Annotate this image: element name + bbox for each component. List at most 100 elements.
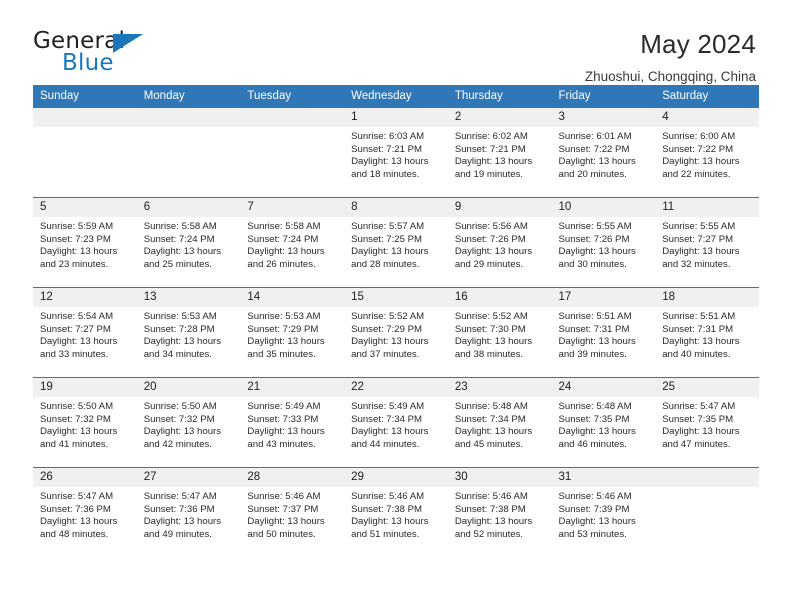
sunrise-text: Sunrise: 5:48 AM xyxy=(558,401,632,412)
daylight-text: and 53 minutes. xyxy=(558,528,627,540)
day-sun-info: Sunrise: 5:53 AM Sunset: 7:28 PM Daylight:… xyxy=(137,307,241,361)
day-cell-inner: 10 Sunrise: 5:55 AM Sunset: 7:26 PM Dayligh… xyxy=(551,198,656,287)
day-cell-inner: 26 Sunrise: 5:47 AM Sunset: 7:36 PM Dayligh… xyxy=(33,468,137,558)
calendar-day-cell[interactable]: 26 Sunrise: 5:47 AM Sunset: 7:36 PM Dayligh… xyxy=(33,467,137,558)
page-header: General Blue May 2024 Zhuoshui, Chongqin… xyxy=(0,0,792,84)
day-sun-info: Sunrise: 5:48 AM Sunset: 7:34 PM Daylight:… xyxy=(448,397,552,451)
day-number: 9 xyxy=(447,198,552,217)
day-sun-info: Sunrise: 5:51 AM Sunset: 7:31 PM Daylight:… xyxy=(552,307,656,361)
day-cell-inner: 3 Sunrise: 6:01 AM Sunset: 7:22 PM Daylight… xyxy=(551,108,656,197)
day-cell-inner: 15 Sunrise: 5:52 AM Sunset: 7:29 PM Dayligh… xyxy=(344,288,448,377)
day-number: 19 xyxy=(33,378,137,397)
day-sun-info: Sunrise: 5:46 AM Sunset: 7:37 PM Daylight:… xyxy=(240,487,344,541)
daylight-text: and 29 minutes. xyxy=(454,258,524,270)
day-cell-inner xyxy=(655,468,759,558)
daylight-text: Daylight: 13 hours xyxy=(454,246,533,258)
daylight-text: and 41 minutes. xyxy=(40,438,109,450)
calendar-day-cell[interactable]: 24 Sunrise: 5:48 AM Sunset: 7:35 PM Dayligh… xyxy=(551,377,656,468)
calendar-day-cell[interactable]: 28 Sunrise: 5:46 AM Sunset: 7:37 PM Dayligh… xyxy=(240,467,345,558)
calendar-day-cell[interactable]: 22 Sunrise: 5:49 AM Sunset: 7:34 PM Dayligh… xyxy=(344,377,448,468)
day-number: 3 xyxy=(551,108,656,127)
day-sun-info: Sunrise: 5:55 AM Sunset: 7:26 PM Daylight:… xyxy=(552,217,656,271)
daylight-text: and 39 minutes. xyxy=(558,348,627,360)
calendar-day-cell[interactable]: 4 Sunrise: 6:00 AM Sunset: 7:22 PM Daylight… xyxy=(655,107,759,198)
sunrise-text: Sunrise: 5:47 AM xyxy=(40,491,114,502)
daylight-text: and 47 minutes. xyxy=(662,438,731,450)
calendar-day-cell[interactable]: 30 Sunrise: 5:46 AM Sunset: 7:38 PM Dayligh… xyxy=(447,467,552,558)
weekday-header-monday: Monday xyxy=(136,85,241,108)
sunset-text: Sunset: 7:26 PM xyxy=(454,233,526,245)
daylight-text: and 37 minutes. xyxy=(351,348,420,360)
calendar-day-cell-empty xyxy=(655,467,759,558)
day-number: 24 xyxy=(551,378,656,397)
sunrise-text: Sunrise: 5:55 AM xyxy=(662,221,736,232)
daylight-text: Daylight: 13 hours xyxy=(40,426,118,438)
sunrise-text: Sunrise: 6:02 AM xyxy=(454,131,528,142)
calendar-day-cell[interactable]: 7 Sunrise: 5:58 AM Sunset: 7:24 PM Daylight… xyxy=(240,197,345,288)
day-cell-inner: 19 Sunrise: 5:50 AM Sunset: 7:32 PM Dayligh… xyxy=(33,378,137,467)
sunrise-text: Sunrise: 5:52 AM xyxy=(454,311,528,322)
calendar-day-cell[interactable]: 5 Sunrise: 5:59 AM Sunset: 7:23 PM Daylight… xyxy=(33,197,137,288)
calendar-body: 1 Sunrise: 6:03 AM Sunset: 7:21 PM Daylight… xyxy=(33,107,759,558)
day-cell-inner: 4 Sunrise: 6:00 AM Sunset: 7:22 PM Daylight… xyxy=(655,108,759,197)
calendar-day-cell[interactable]: 6 Sunrise: 5:58 AM Sunset: 7:24 PM Daylight… xyxy=(136,197,241,288)
day-sun-info: Sunrise: 5:59 AM Sunset: 7:23 PM Daylight:… xyxy=(33,217,137,271)
calendar-week-row: 1 Sunrise: 6:03 AM Sunset: 7:21 PM Daylight… xyxy=(33,107,759,198)
calendar-day-cell[interactable]: 1 Sunrise: 6:03 AM Sunset: 7:21 PM Daylight… xyxy=(344,107,448,198)
day-sun-info: Sunrise: 5:57 AM Sunset: 7:25 PM Daylight:… xyxy=(344,217,448,271)
calendar-day-cell[interactable]: 16 Sunrise: 5:52 AM Sunset: 7:30 PM Dayligh… xyxy=(447,287,552,378)
day-sun-info: Sunrise: 5:50 AM Sunset: 7:32 PM Daylight:… xyxy=(137,397,241,451)
calendar-day-cell[interactable]: 18 Sunrise: 5:51 AM Sunset: 7:31 PM Dayligh… xyxy=(655,287,759,378)
sunrise-text: Sunrise: 5:47 AM xyxy=(662,401,736,412)
general-blue-logo[interactable]: General Blue xyxy=(33,26,213,78)
day-cell-inner: 21 Sunrise: 5:49 AM Sunset: 7:33 PM Dayligh… xyxy=(240,378,345,467)
daylight-text: and 25 minutes. xyxy=(143,258,212,270)
calendar-day-cell[interactable]: 3 Sunrise: 6:01 AM Sunset: 7:22 PM Daylight… xyxy=(551,107,656,198)
sunrise-text: Sunrise: 5:48 AM xyxy=(454,401,528,412)
sunset-text: Sunset: 7:32 PM xyxy=(40,413,111,425)
weekday-header-thursday: Thursday xyxy=(447,85,552,108)
day-number: 21 xyxy=(240,378,345,397)
calendar-day-cell[interactable]: 20 Sunrise: 5:50 AM Sunset: 7:32 PM Dayligh… xyxy=(136,377,241,468)
day-number: 1 xyxy=(344,108,448,127)
day-cell-inner: 27 Sunrise: 5:47 AM Sunset: 7:36 PM Dayligh… xyxy=(136,468,241,558)
sunset-text: Sunset: 7:21 PM xyxy=(454,143,526,155)
calendar-day-cell[interactable]: 9 Sunrise: 5:56 AM Sunset: 7:26 PM Daylight… xyxy=(447,197,552,288)
calendar-day-cell[interactable]: 8 Sunrise: 5:57 AM Sunset: 7:25 PM Daylight… xyxy=(344,197,448,288)
day-number: 8 xyxy=(344,198,448,217)
sunrise-text: Sunrise: 5:47 AM xyxy=(143,491,217,502)
sunset-text: Sunset: 7:31 PM xyxy=(558,323,630,335)
daylight-text: Daylight: 13 hours xyxy=(662,246,740,258)
daylight-text: and 18 minutes. xyxy=(351,168,420,180)
weekday-header-sunday: Sunday xyxy=(33,85,137,108)
calendar-day-cell[interactable]: 23 Sunrise: 5:48 AM Sunset: 7:34 PM Dayligh… xyxy=(447,377,552,468)
calendar-day-cell[interactable]: 13 Sunrise: 5:53 AM Sunset: 7:28 PM Dayligh… xyxy=(136,287,241,378)
day-cell-inner: 12 Sunrise: 5:54 AM Sunset: 7:27 PM Dayligh… xyxy=(33,288,137,377)
calendar-day-cell[interactable]: 17 Sunrise: 5:51 AM Sunset: 7:31 PM Dayligh… xyxy=(551,287,656,378)
calendar-day-cell[interactable]: 11 Sunrise: 5:55 AM Sunset: 7:27 PM Dayligh… xyxy=(655,197,759,288)
calendar-day-cell[interactable]: 29 Sunrise: 5:46 AM Sunset: 7:38 PM Dayligh… xyxy=(344,467,448,558)
sunset-text: Sunset: 7:35 PM xyxy=(662,413,734,425)
calendar-day-cell[interactable]: 21 Sunrise: 5:49 AM Sunset: 7:33 PM Dayligh… xyxy=(240,377,345,468)
sunrise-text: Sunrise: 5:57 AM xyxy=(351,221,425,232)
sunset-text: Sunset: 7:26 PM xyxy=(558,233,630,245)
day-sun-info: Sunrise: 6:02 AM Sunset: 7:21 PM Daylight:… xyxy=(448,127,552,181)
calendar-day-cell[interactable]: 27 Sunrise: 5:47 AM Sunset: 7:36 PM Dayligh… xyxy=(136,467,241,558)
calendar-day-cell[interactable]: 25 Sunrise: 5:47 AM Sunset: 7:35 PM Dayligh… xyxy=(655,377,759,468)
day-sun-info: Sunrise: 6:03 AM Sunset: 7:21 PM Daylight:… xyxy=(344,127,448,181)
sunrise-text: Sunrise: 5:53 AM xyxy=(247,311,321,322)
day-cell-inner xyxy=(136,108,241,197)
sunrise-text: Sunrise: 5:51 AM xyxy=(558,311,632,322)
day-sun-info: Sunrise: 5:54 AM Sunset: 7:27 PM Daylight:… xyxy=(33,307,137,361)
calendar-day-cell[interactable]: 19 Sunrise: 5:50 AM Sunset: 7:32 PM Dayligh… xyxy=(33,377,137,468)
calendar-day-cell[interactable]: 10 Sunrise: 5:55 AM Sunset: 7:26 PM Dayligh… xyxy=(551,197,656,288)
calendar-day-cell[interactable]: 31 Sunrise: 5:46 AM Sunset: 7:39 PM Dayligh… xyxy=(551,467,656,558)
daylight-text: Daylight: 13 hours xyxy=(454,516,533,528)
calendar-day-cell[interactable]: 14 Sunrise: 5:53 AM Sunset: 7:29 PM Dayligh… xyxy=(240,287,345,378)
daylight-text: Daylight: 13 hours xyxy=(247,336,325,348)
calendar-day-cell[interactable]: 12 Sunrise: 5:54 AM Sunset: 7:27 PM Dayligh… xyxy=(33,287,137,378)
day-sun-info: Sunrise: 5:46 AM Sunset: 7:38 PM Daylight:… xyxy=(344,487,448,541)
daylight-text: and 45 minutes. xyxy=(454,438,524,450)
calendar-day-cell[interactable]: 15 Sunrise: 5:52 AM Sunset: 7:29 PM Dayligh… xyxy=(344,287,448,378)
calendar-day-cell[interactable]: 2 Sunrise: 6:02 AM Sunset: 7:21 PM Daylight… xyxy=(447,107,552,198)
